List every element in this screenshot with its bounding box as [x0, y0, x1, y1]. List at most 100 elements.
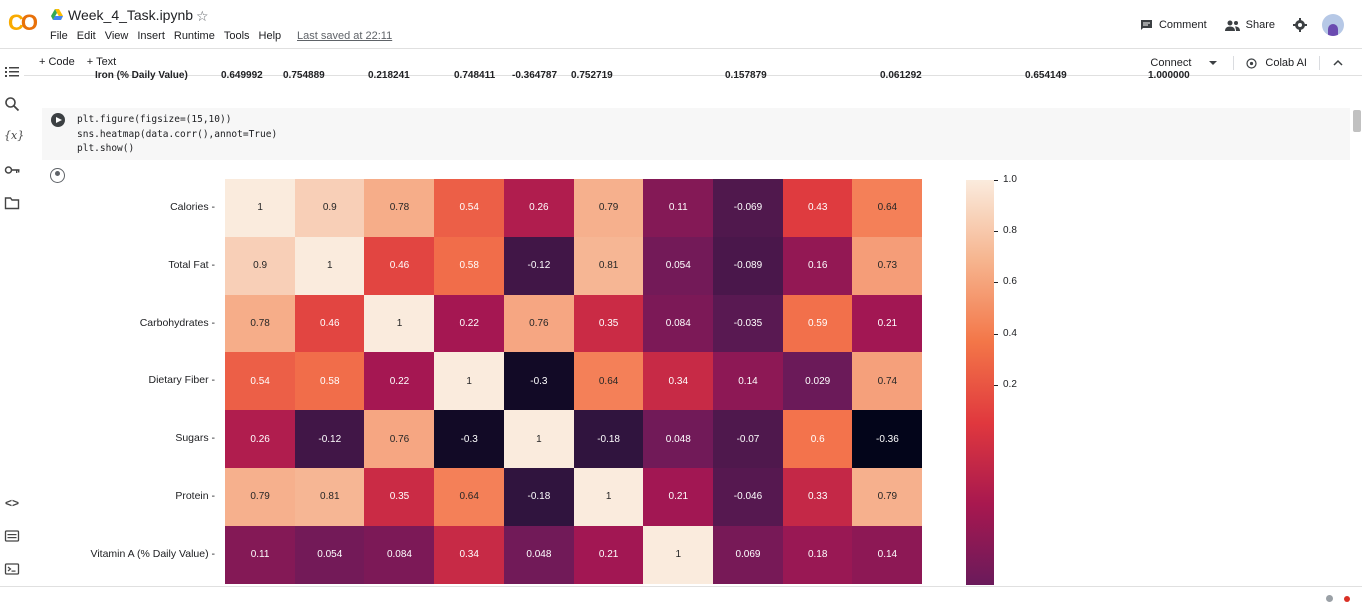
row-value: 0.649992 [221, 70, 263, 80]
heatmap-cell: 0.64 [573, 352, 644, 411]
notebook-title[interactable]: Week_4_Task.ipynb [68, 7, 193, 23]
connect-button[interactable]: Connect [1150, 57, 1191, 69]
heatmap-cell: 0.22 [434, 294, 505, 353]
gear-icon[interactable] [1293, 18, 1307, 32]
table-of-contents-icon[interactable] [4, 64, 20, 80]
heatmap-cell: 0.048 [643, 410, 714, 468]
search-icon[interactable] [4, 96, 20, 112]
row-value: 0.754889 [283, 70, 325, 80]
row-value: 0.218241 [368, 70, 410, 80]
user-avatar[interactable] [1322, 14, 1344, 36]
heatmap-cell: 0.084 [364, 525, 435, 584]
heatmap-cell: 0.35 [364, 468, 435, 526]
heatmap-cell: 1 [225, 179, 296, 237]
scrollbar-thumb[interactable] [1353, 110, 1361, 132]
toolbar-insert-group: + Code + Text [39, 56, 116, 68]
heatmap-cell: -0.035 [712, 294, 784, 353]
row-label: Iron (% Daily Value) [95, 70, 188, 80]
heatmap-cell: 1 [503, 410, 574, 468]
heatmap-cell: 0.14 [852, 525, 923, 584]
heatmap-cell: 0.58 [434, 236, 505, 295]
chevron-down-icon[interactable] [1205, 58, 1221, 68]
key-icon[interactable] [4, 162, 20, 178]
star-icon[interactable]: ☆ [196, 8, 209, 25]
add-code-button[interactable]: + Code [39, 56, 75, 68]
heatmap-cell: 0.054 [643, 236, 714, 295]
colab-ai-icon [1246, 57, 1258, 69]
heatmap-row-label: Dietary Fiber - [148, 374, 215, 387]
colorbar-tick-label: 0.8 [994, 225, 1017, 236]
chevron-up-icon[interactable] [1332, 58, 1344, 68]
heatmap-row-label: Carbohydrates - [139, 316, 215, 329]
menu-file[interactable]: File [50, 30, 68, 42]
heatmap-cell: 0.34 [643, 352, 714, 411]
toolbar-divider [1233, 56, 1235, 70]
run-cell-button[interactable] [51, 113, 65, 127]
menu-view[interactable]: View [105, 30, 129, 42]
heatmap-cell: 0.64 [434, 468, 505, 526]
menu-edit[interactable]: Edit [77, 30, 96, 42]
terminal-icon[interactable] [4, 561, 20, 577]
last-saved-link[interactable]: Last saved at 22:11 [297, 30, 392, 42]
heatmap-cell: 0.11 [643, 179, 714, 237]
heatmap-row-label: Sugars - [175, 432, 215, 445]
colab-logo[interactable]: CO [8, 10, 40, 35]
row-value: 0.752719 [571, 70, 613, 80]
heatmap-cell: 0.18 [782, 525, 853, 584]
row-value: 0.654149 [1025, 70, 1067, 80]
row-value: 0.157879 [725, 70, 767, 80]
colab-ai-button[interactable]: Colab AI [1265, 57, 1307, 69]
heatmap-cell: 0.78 [225, 294, 296, 353]
output-user-icon[interactable] [50, 168, 65, 183]
heatmap-cell: -0.18 [503, 468, 574, 526]
header-bar: CO Week_4_Task.ipynb ☆ File Edit View In… [0, 0, 1362, 49]
heatmap-cell: -0.3 [434, 410, 505, 468]
heatmap-cell: 0.11 [225, 525, 296, 584]
heatmap-cell: -0.3 [503, 352, 574, 411]
row-value: 1.000000 [1148, 70, 1190, 80]
share-label: Share [1245, 19, 1275, 31]
menu-insert[interactable]: Insert [137, 30, 165, 42]
heatmap-cell: 1 [364, 294, 435, 353]
command-palette-icon[interactable] [4, 528, 20, 544]
heatmap-cell: -0.12 [503, 236, 574, 295]
heatmap-cell: 0.6 [782, 410, 853, 468]
heatmap-cell: 1 [643, 525, 714, 584]
comment-icon [1140, 19, 1152, 30]
comment-button[interactable]: Comment [1140, 19, 1207, 32]
row-value: 0.061292 [880, 70, 922, 80]
toolbar-divider [1319, 56, 1320, 70]
drive-icon[interactable] [51, 9, 63, 20]
heatmap-cell: -0.18 [573, 410, 644, 468]
menu-tools[interactable]: Tools [224, 30, 250, 42]
menu-runtime[interactable]: Runtime [174, 30, 215, 42]
heatmap-cell: 0.43 [782, 179, 853, 237]
heatmap-cell: 0.084 [643, 294, 714, 353]
heatmap-colorbar [966, 180, 994, 585]
heatmap-cell: 1 [294, 236, 365, 295]
code-editor[interactable]: plt.figure(figsize=(15,10)) sns.heatmap(d… [77, 113, 277, 157]
error-indicator-dot[interactable] [1344, 595, 1350, 602]
heatmap-cell: -0.07 [712, 410, 784, 468]
code-line: sns.heatmap(data.corr(),annot=True) [77, 128, 278, 140]
heatmap-row-label: Calories - [170, 200, 215, 213]
heatmap-cell: 0.21 [643, 468, 714, 526]
heatmap-row-label: Vitamin A (% Daily Value) - [90, 547, 216, 560]
heatmap-cell: 1 [434, 352, 505, 411]
heatmap-cell: -0.046 [712, 468, 784, 526]
heatmap-cell: 0.64 [852, 179, 923, 237]
heatmap-cell: 0.21 [573, 525, 644, 584]
variables-icon[interactable]: {x} [4, 128, 24, 144]
code-cell[interactable]: plt.figure(figsize=(15,10)) sns.heatmap(d… [42, 108, 1350, 160]
heatmap-cell: 0.59 [782, 294, 853, 353]
add-text-button[interactable]: + Text [87, 56, 116, 68]
menu-bar: File Edit View Insert Runtime Tools Help [50, 30, 290, 42]
heatmap-cell: 0.73 [852, 236, 923, 295]
heatmap-cell: 0.22 [364, 352, 435, 411]
vertical-scrollbar[interactable] [1351, 76, 1362, 586]
previous-output-row: Iron (% Daily Value) 0.649992 0.754889 0… [95, 70, 1195, 80]
menu-help[interactable]: Help [259, 30, 282, 42]
status-bar [0, 586, 1362, 607]
share-button[interactable]: Share [1224, 19, 1275, 31]
heatmap-cell: 0.79 [573, 179, 644, 237]
